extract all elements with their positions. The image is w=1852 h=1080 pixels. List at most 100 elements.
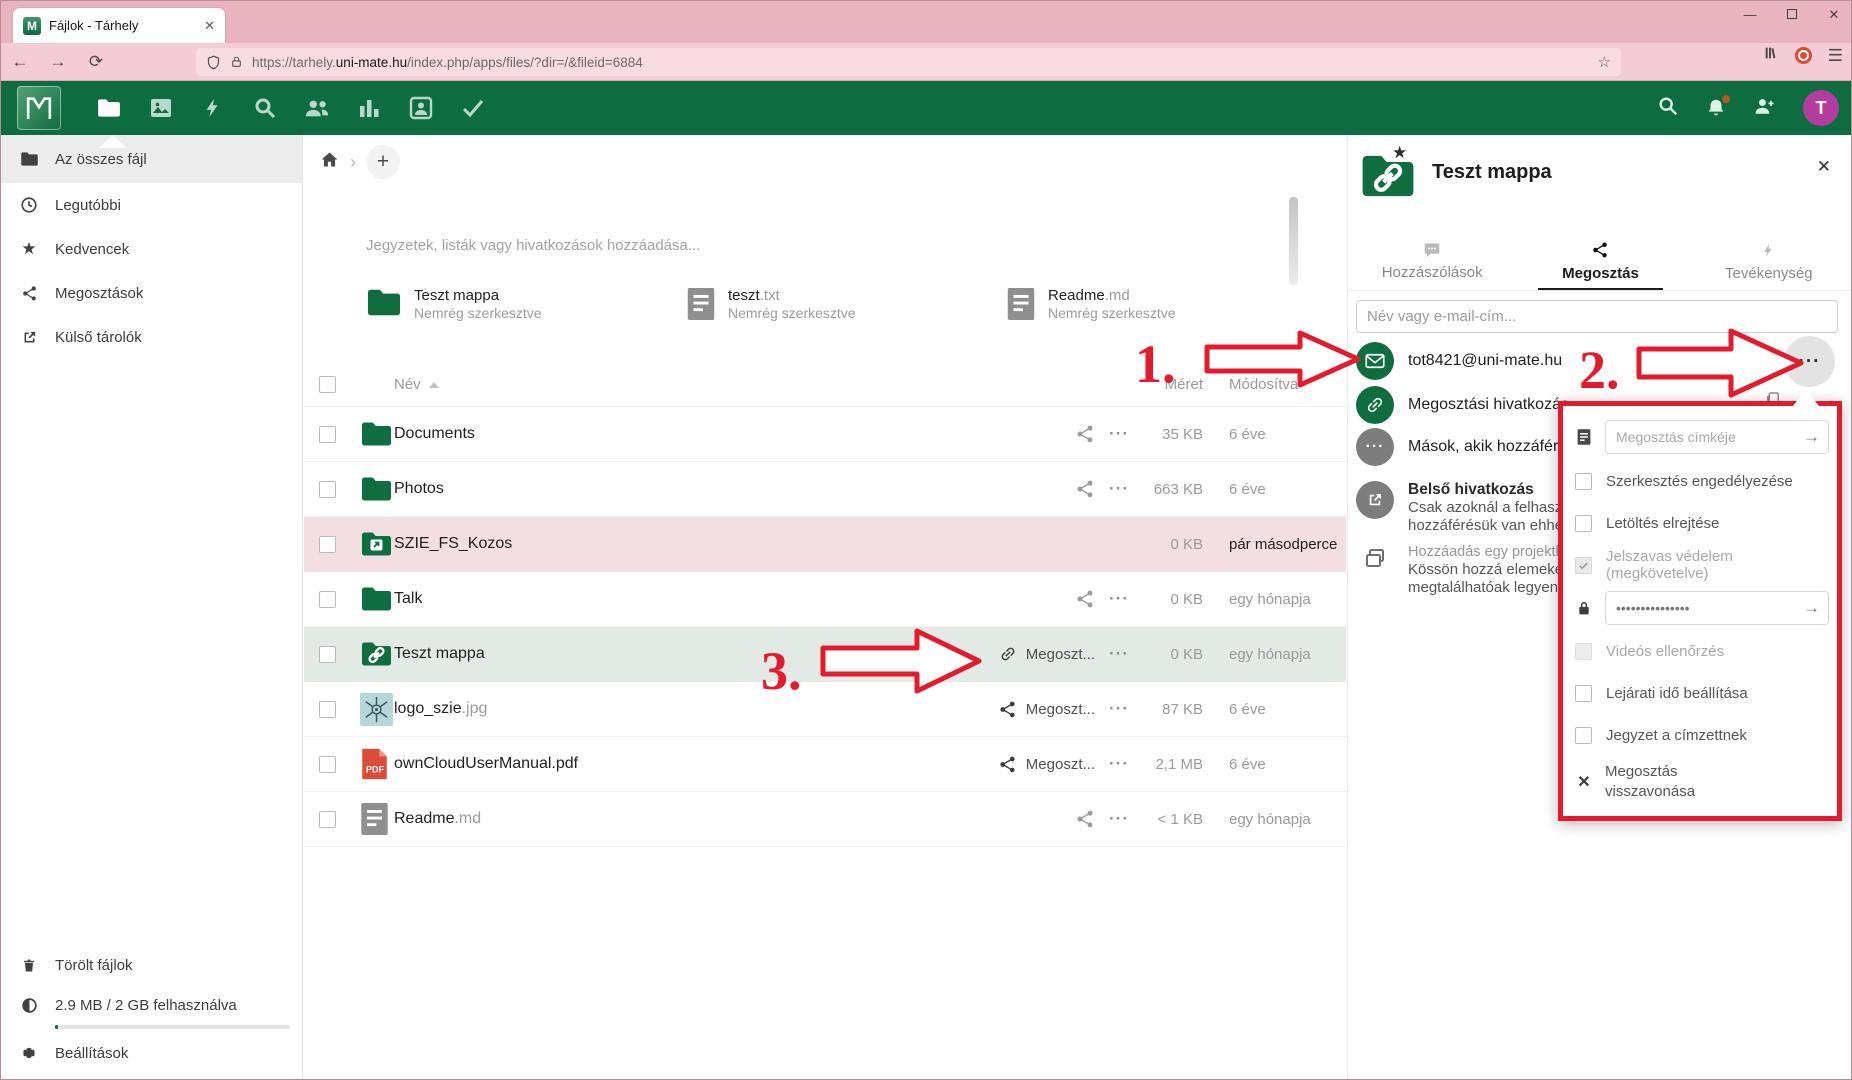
row-checkbox[interactable] <box>319 536 336 553</box>
table-row-talk[interactable]: Talk ··· 0 KB egy hónapja <box>304 572 1346 627</box>
share-icon[interactable] <box>1075 589 1095 609</box>
sidebar-item-external-storage[interactable]: Külső tárolók <box>1 315 302 359</box>
share-search-input[interactable] <box>1356 300 1838 333</box>
more-options-button[interactable]: ··· <box>1095 644 1143 664</box>
shield-icon[interactable] <box>206 55 221 70</box>
more-options-button[interactable]: ··· <box>1095 424 1143 444</box>
submit-arrow-icon[interactable]: → <box>1803 598 1820 618</box>
files-app-icon[interactable] <box>83 81 135 135</box>
main-scrollbar[interactable] <box>1289 197 1298 285</box>
home-icon[interactable] <box>319 149 340 175</box>
menu-item-unshare[interactable]: ✕ Megosztás visszavonása <box>1573 756 1827 808</box>
forward-button[interactable]: → <box>39 52 77 72</box>
recommended-file[interactable]: teszt.txtNemrég szerkesztve <box>686 287 1006 323</box>
checkbox-unchecked[interactable] <box>1575 685 1592 702</box>
mate-logo[interactable] <box>17 86 61 130</box>
row-checkbox[interactable] <box>319 756 336 773</box>
checkbox-unchecked[interactable] <box>1575 473 1592 490</box>
window-close-button[interactable]: ✕ <box>1827 7 1841 23</box>
tab-activity[interactable]: Tevékenység <box>1685 233 1852 290</box>
share-label-input[interactable] <box>1614 428 1799 446</box>
notifications-bell-icon[interactable] <box>1705 97 1727 119</box>
notes-placeholder[interactable]: Jegyzetek, listák vagy hivatkozások hozz… <box>366 237 700 254</box>
sidebar-item-all-files[interactable]: Az összes fájl <box>1 135 302 183</box>
table-row-owncloud-manual[interactable]: PDF ownCloudUserManual.pdf Megoszt... ··… <box>304 737 1346 792</box>
column-header-modified[interactable]: Módosítva <box>1203 376 1346 393</box>
row-checkbox[interactable] <box>319 646 336 663</box>
row-checkbox[interactable] <box>319 591 336 608</box>
shared-status-button[interactable]: Megoszt... <box>945 645 1095 663</box>
contacts-menu-icon[interactable] <box>1753 95 1777 122</box>
share-icon[interactable] <box>1075 424 1095 444</box>
contact-frame-app-icon[interactable] <box>395 81 447 135</box>
menu-item-expiration-date[interactable]: Lejárati idő beállítása <box>1573 672 1827 714</box>
tab-close-icon[interactable]: ✕ <box>204 18 215 34</box>
row-checkbox[interactable] <box>319 426 336 443</box>
select-all-checkbox[interactable] <box>319 376 336 393</box>
column-header-name[interactable]: Név <box>394 376 945 393</box>
more-options-button[interactable]: ··· <box>1095 754 1143 774</box>
window-minimize-button[interactable]: — <box>1743 7 1757 23</box>
share-more-options-button[interactable]: ··· <box>1784 336 1835 387</box>
more-options-button[interactable]: ··· <box>1095 809 1143 829</box>
table-row-logo-szie[interactable]: logo_szie.jpg Megoszt... ··· 87 KB 6 éve <box>304 682 1346 737</box>
column-header-size[interactable]: Méret <box>1143 376 1203 393</box>
share-icon[interactable] <box>1075 809 1095 829</box>
contacts-app-icon[interactable] <box>291 81 343 135</box>
search-app-icon[interactable] <box>239 81 291 135</box>
share-icon[interactable] <box>1075 479 1095 499</box>
table-row-szie-fs-kozos[interactable]: SZIE_FS_Kozos 0 KB pár másodperce <box>304 517 1346 572</box>
row-checkbox[interactable] <box>319 811 336 828</box>
library-icon[interactable] <box>1763 45 1779 66</box>
sidebar-item-settings[interactable]: Beállítások <box>1 1035 128 1071</box>
row-checkbox[interactable] <box>319 701 336 718</box>
reload-button[interactable]: ⟳ <box>77 52 115 72</box>
submit-arrow-icon[interactable]: → <box>1803 427 1820 447</box>
photos-app-icon[interactable] <box>135 81 187 135</box>
more-options-button[interactable]: ··· <box>1095 699 1143 719</box>
sidebar-item-shares[interactable]: Megosztások <box>1 271 302 315</box>
share-row-link[interactable]: Megosztási hivatkozás <box>1356 386 1569 424</box>
user-avatar[interactable]: T <box>1803 90 1839 126</box>
menu-item-hide-download[interactable]: Letöltés elrejtése <box>1573 502 1827 544</box>
table-row-teszt-mappa[interactable]: Teszt mappa Megoszt... ··· 0 KB egy hóna… <box>304 627 1346 682</box>
shared-status-button[interactable]: Megoszt... <box>945 755 1095 774</box>
new-file-button[interactable]: + <box>366 145 400 179</box>
table-row-readme[interactable]: Readme.md ··· < 1 KB egy hónapja <box>304 792 1346 847</box>
recommended-file[interactable]: Readme.mdNemrég szerkesztve <box>1006 287 1326 323</box>
sidebar-item-recent[interactable]: Legutóbbi <box>1 183 302 227</box>
bookmark-star-icon[interactable]: ☆ <box>1598 53 1611 71</box>
table-row-photos[interactable]: Photos ··· 663 KB 6 éve <box>304 462 1346 517</box>
menu-hamburger-icon[interactable]: ☰ <box>1828 46 1843 66</box>
add-to-project-section[interactable]: Hozzáadás egy projekthez Kössön hozzá el… <box>1356 543 1579 597</box>
shared-status-button[interactable]: Megoszt... <box>945 700 1095 719</box>
favorite-star-icon[interactable]: ★ <box>1392 143 1407 163</box>
checkbox-unchecked[interactable] <box>1575 515 1592 532</box>
tab-comments[interactable]: Hozzászólások <box>1348 233 1516 290</box>
extension-icon[interactable] <box>1795 47 1812 64</box>
menu-item-allow-editing[interactable]: Szerkesztés engedélyezése <box>1573 460 1827 502</box>
lock-icon[interactable] <box>230 55 243 69</box>
url-bar[interactable]: https://tarhely.uni-mate.hu/index.php/ap… <box>196 48 1621 76</box>
share-row-others[interactable]: ··· Mások, akik hozzáféréss <box>1356 428 1583 466</box>
checkbox-unchecked[interactable] <box>1575 727 1592 744</box>
recommended-file[interactable]: Teszt mappaNemrég szerkesztve <box>366 287 686 323</box>
tasks-app-icon[interactable] <box>447 81 499 135</box>
analytics-app-icon[interactable] <box>343 81 395 135</box>
tab-sharing[interactable]: Megosztás <box>1516 233 1684 290</box>
sidebar-item-deleted-files[interactable]: Törölt fájlok <box>1 947 133 983</box>
sidebar-item-favorites[interactable]: ★ Kedvencek <box>1 227 302 271</box>
internal-link-section[interactable]: Belső hivatkozás Csak azoknál a felhaszn… <box>1356 481 1579 535</box>
close-icon[interactable]: ✕ <box>1817 157 1831 177</box>
share-row-email[interactable]: tot8421@uni-mate.hu <box>1356 342 1562 380</box>
unified-search-icon[interactable] <box>1657 95 1679 122</box>
back-button[interactable]: ← <box>1 52 39 72</box>
more-options-button[interactable]: ··· <box>1095 589 1143 609</box>
row-checkbox[interactable] <box>319 481 336 498</box>
share-password-input[interactable] <box>1614 599 1799 617</box>
table-row-documents[interactable]: Documents ··· 35 KB 6 éve <box>304 407 1346 462</box>
browser-tab[interactable]: M Fájlok - Tárhely ✕ <box>13 8 225 43</box>
more-options-button[interactable]: ··· <box>1095 479 1143 499</box>
menu-item-note-to-recipient[interactable]: Jegyzet a címzettnek <box>1573 714 1827 756</box>
window-maximize-button[interactable] <box>1785 7 1799 23</box>
